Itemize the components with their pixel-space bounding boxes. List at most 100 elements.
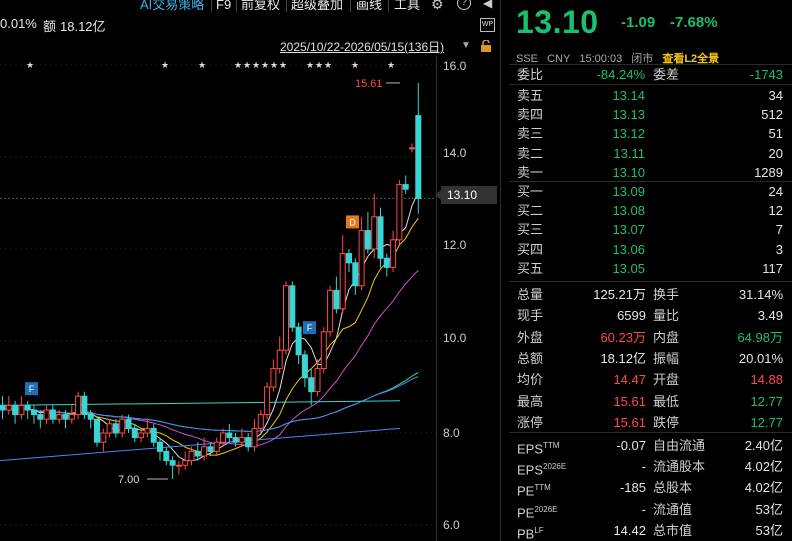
candlestick-chart[interactable]: ★ ★ ★ ★ ★ ★ ★ ★ ★ ★ ★ ★ ★ ★ 15.617.00FFD — [0, 0, 436, 541]
high-price-label: 15.61 — [355, 78, 383, 90]
candle-body — [18, 404, 25, 416]
candle-body — [320, 331, 327, 370]
bid-level-label: 买二 — [517, 203, 544, 219]
collapse-icon[interactable]: ◀ — [483, 0, 492, 10]
bid-row[interactable]: 买一 13.09 24 — [517, 182, 785, 201]
bid-volume: 117 — [762, 260, 783, 276]
candle-body — [94, 418, 100, 443]
candles — [0, 82, 422, 479]
ask-price: 13.11 — [613, 145, 645, 161]
divider — [509, 432, 792, 433]
candle-body — [24, 404, 31, 411]
bid-level-label: 买四 — [517, 241, 544, 257]
candle-body — [112, 423, 119, 434]
candle-body — [131, 427, 138, 439]
candle-body — [207, 446, 214, 452]
bid-row[interactable]: 买五 13.05 117 — [517, 259, 785, 278]
ask-row[interactable]: 卖一 13.10 1289 — [517, 163, 785, 182]
stat-value: 3.49 — [757, 308, 783, 324]
stat-row: 现手 6599 量比 3.49 — [517, 305, 785, 326]
fundamental-value: 53亿 — [755, 501, 783, 517]
candle-body — [163, 450, 170, 462]
event-star: ★ — [161, 60, 169, 70]
candle-body — [119, 418, 126, 434]
ask-row[interactable]: 卖三 13.12 51 — [517, 124, 785, 143]
bid-row[interactable]: 买二 13.08 12 — [517, 201, 785, 220]
bid-row[interactable]: 买三 13.07 7 — [517, 220, 785, 239]
candle-body — [31, 409, 37, 416]
bid-volume: 24 — [768, 184, 783, 199]
candle-body — [144, 427, 151, 434]
candle-body — [346, 253, 352, 264]
ask-price: 13.10 — [612, 164, 645, 180]
dropdown-arrow-icon[interactable]: ▼ — [461, 40, 471, 51]
fundamental-value: - — [641, 459, 646, 475]
stat-label: 总量 — [517, 287, 544, 302]
candle-body — [220, 432, 226, 443]
fundamental-label: 总股本 — [653, 480, 693, 496]
candle-body — [402, 184, 409, 190]
ma60-line — [2, 372, 419, 432]
stat-row: 均价 14.47 开盘 14.88 — [517, 369, 785, 390]
wp-icon[interactable]: WP — [480, 18, 495, 32]
fundamental-label: 自由流通 — [653, 438, 706, 453]
lock-icon[interactable] — [480, 40, 492, 52]
ma-long-line — [0, 400, 401, 406]
fundamental-row: PE2026E - 流通值 53亿 — [517, 499, 785, 520]
candle-body — [390, 239, 397, 268]
bid-level-label: 买五 — [517, 260, 544, 276]
candle-body — [226, 432, 233, 439]
bid-price: 13.07 — [612, 222, 645, 238]
help-icon[interactable]: ? — [457, 0, 471, 10]
stat-label: 均价 — [517, 372, 544, 388]
divider — [509, 281, 792, 282]
event-star: ★ — [306, 60, 314, 70]
last-price: 13.10 — [516, 4, 599, 40]
event-star: ★ — [243, 60, 251, 70]
bid-level-label: 买一 — [517, 184, 544, 199]
stat-label: 跌停 — [653, 414, 680, 430]
candle-body — [377, 216, 384, 259]
ask-row[interactable]: 卖五 13.14 34 — [517, 86, 785, 105]
order-diff-label: 委差 — [653, 67, 680, 82]
candle-body — [396, 184, 403, 241]
bid-volume: 7 — [775, 222, 783, 238]
candle-body — [257, 414, 264, 429]
divider — [509, 84, 792, 85]
signal-marker-label: F — [29, 384, 35, 394]
candle-body — [125, 418, 132, 429]
stat-label: 涨停 — [517, 414, 544, 430]
stat-value: 20.01% — [738, 350, 783, 366]
candle-body — [43, 409, 50, 420]
bid-volume: 12 — [768, 203, 783, 219]
candle-body — [364, 230, 371, 250]
stat-label: 现手 — [517, 308, 544, 324]
stat-value: 15.61 — [613, 414, 646, 430]
order-ratio-label: 委比 — [517, 67, 544, 82]
ask-level-label: 卖五 — [517, 88, 544, 103]
event-star: ★ — [270, 60, 278, 70]
order-ratio-value: -84.24% — [596, 67, 645, 82]
stat-row: 最高 15.61 最低 12.77 — [517, 391, 785, 412]
candle-body — [409, 147, 415, 150]
candle-body — [12, 404, 19, 416]
candle-body — [333, 289, 340, 310]
kline-chart-area[interactable]: 0.01% 额 18.12亿 AI交易策略 F9 前复权 超级叠加 画线 工具 … — [0, 0, 500, 541]
stat-row: 涨停 15.61 跌停 12.77 — [517, 412, 785, 433]
ask-row[interactable]: 卖二 13.11 20 — [517, 144, 785, 163]
price-axis-label: 10.0 — [443, 331, 467, 345]
low-price-label: 7.00 — [118, 474, 139, 486]
candle-body — [251, 427, 258, 448]
stat-label: 换手 — [653, 287, 680, 302]
stat-value: 15.61 — [613, 393, 646, 409]
bid-row[interactable]: 买四 13.06 3 — [517, 240, 785, 259]
ask-row[interactable]: 卖四 13.13 512 — [517, 105, 785, 124]
stat-label: 量比 — [653, 308, 680, 324]
event-star: ★ — [198, 60, 206, 70]
ask-volume: 1289 — [754, 164, 783, 180]
candle-body — [157, 441, 163, 452]
price-axis-label: 6.0 — [443, 518, 460, 532]
stat-value: 64.98万 — [737, 329, 783, 345]
event-star: ★ — [351, 60, 359, 70]
candle-body — [182, 460, 189, 466]
